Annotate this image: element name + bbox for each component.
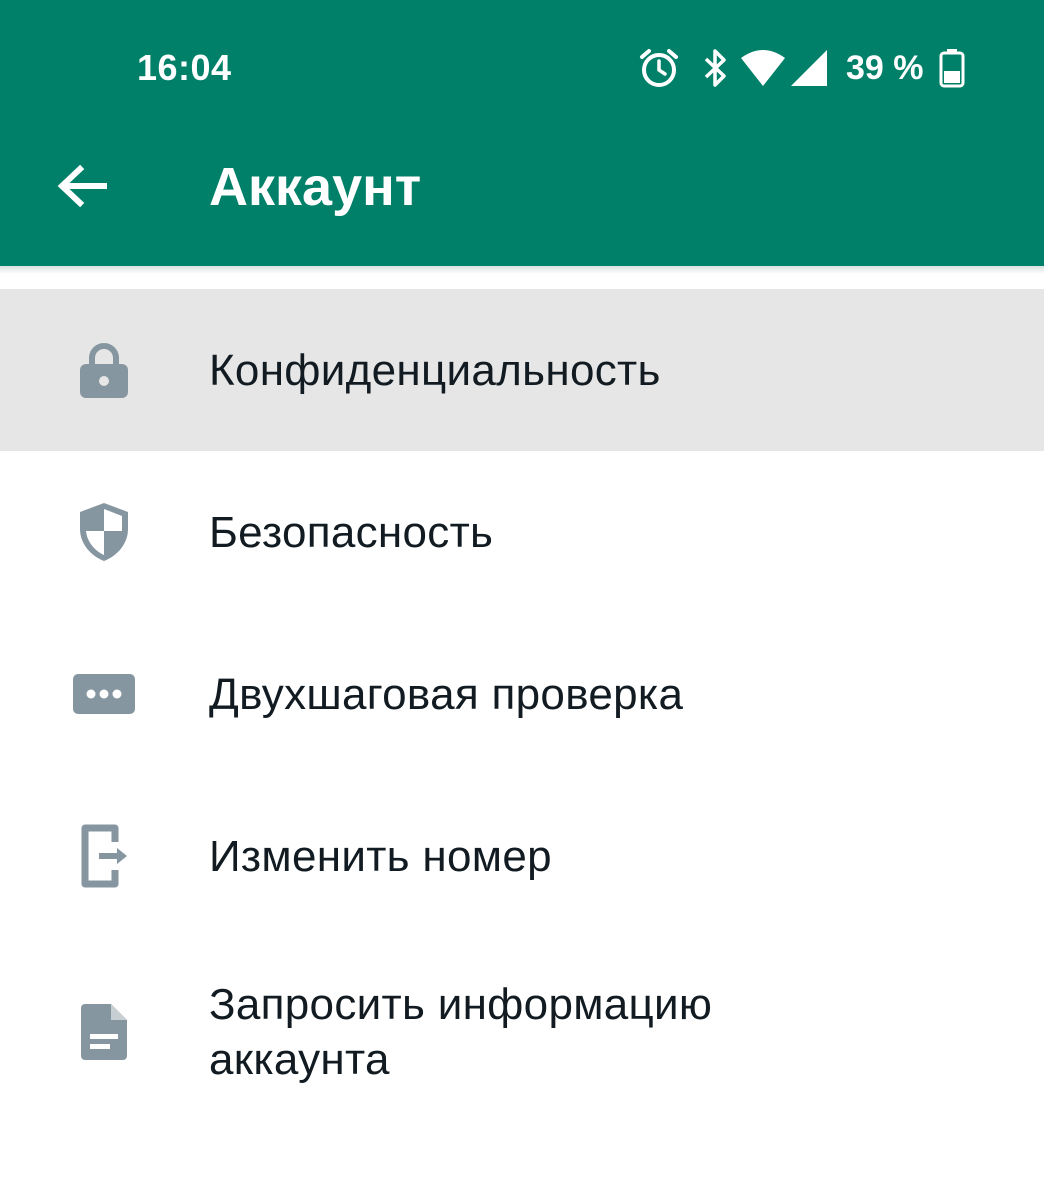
status-icons: 39 %	[636, 44, 966, 92]
menu-item-label: Безопасность	[209, 507, 494, 557]
change-number-icon	[68, 820, 140, 892]
document-icon	[68, 996, 140, 1068]
wifi-icon	[740, 45, 786, 91]
back-button[interactable]	[52, 160, 112, 212]
menu-item-label: Двухшаговая проверка	[209, 669, 684, 719]
lock-icon	[68, 334, 140, 406]
menu-item-two-step[interactable]: Двухшаговая проверка	[0, 613, 1044, 775]
menu-item-label: Запросить информацию аккаунта	[209, 980, 713, 1084]
alarm-icon	[636, 45, 682, 91]
page-title: Аккаунт	[209, 157, 422, 217]
menu-item-privacy[interactable]: Конфиденциальность	[0, 289, 1044, 451]
shield-icon	[68, 496, 140, 568]
status-time: 16:04	[137, 47, 232, 88]
menu-item-label: Изменить номер	[209, 831, 552, 881]
header-shadow	[0, 266, 1044, 274]
menu-item-security[interactable]: Безопасность	[0, 451, 1044, 613]
app-header: 16:04 39 % Аккаунт	[0, 0, 1044, 266]
battery-icon	[938, 45, 966, 91]
account-settings-list: Конфиденциальность Безопасность Двухшаго…	[0, 289, 1044, 1127]
bluetooth-icon	[698, 45, 734, 91]
cell-signal-icon	[788, 45, 830, 91]
arrow-left-icon	[54, 162, 110, 210]
menu-item-label: Конфиденциальность	[209, 345, 661, 395]
menu-item-change-number[interactable]: Изменить номер	[0, 775, 1044, 937]
password-dots-icon	[72, 658, 136, 730]
battery-percent: 39 %	[846, 49, 924, 87]
menu-item-request-info[interactable]: Запросить информацию аккаунта	[0, 937, 1044, 1127]
